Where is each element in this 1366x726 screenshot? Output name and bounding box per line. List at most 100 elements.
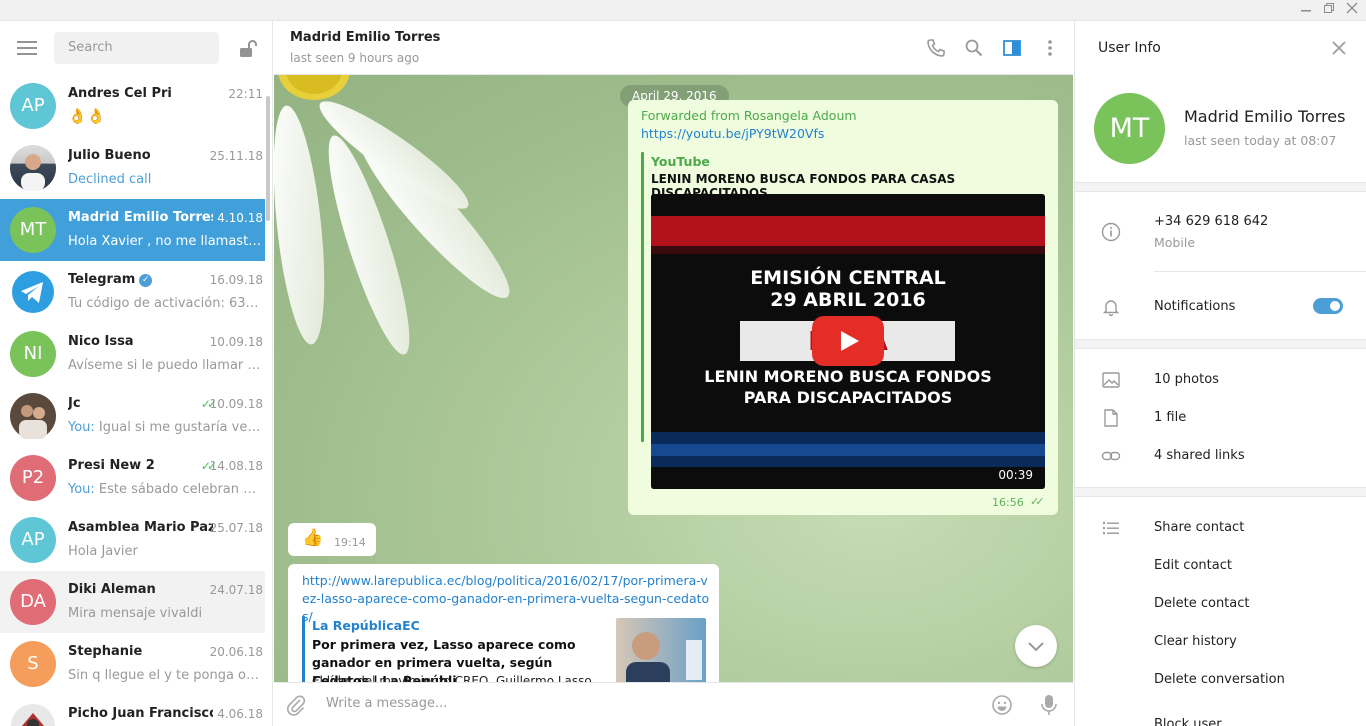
message-bubble-in[interactable]: 👍 19:14 xyxy=(288,523,376,556)
dialog-preview: Tu código de activación: 63664 ... xyxy=(68,296,264,311)
dialog-time: 10.09.18 xyxy=(209,335,263,349)
play-button[interactable] xyxy=(812,316,884,366)
dialog-name: Madrid Emilio Torres xyxy=(68,210,213,225)
dialogs-panel: Search AP Andres Cel Pri 22:11 👌👌 Julio … xyxy=(0,21,273,726)
dialog-name: Diki Aleman xyxy=(68,582,156,597)
notifications-label: Notifications xyxy=(1154,299,1236,314)
dialog-item[interactable]: P2 Presi New 2 ✓✓ 14.08.18 You: Este sáb… xyxy=(0,447,265,509)
preview-thumbnail[interactable] xyxy=(616,618,706,682)
title-bar xyxy=(0,0,1366,21)
message-time: 16:56 xyxy=(992,496,1024,509)
dialog-preview: 👌👌 xyxy=(68,107,106,125)
delete-conversation-button[interactable]: Delete conversation xyxy=(1154,672,1285,687)
sidebar-toggle-icon[interactable] xyxy=(1002,38,1022,58)
avatar: DA xyxy=(10,579,56,625)
avatar: S xyxy=(10,641,56,687)
hamburger-menu-icon[interactable] xyxy=(17,41,37,55)
profile-avatar[interactable]: MT xyxy=(1094,93,1165,164)
dialog-name: Andres Cel Pri xyxy=(68,86,172,101)
preview-description: El líder del movimiento CREO, Guillermo … xyxy=(312,674,603,682)
more-options-icon[interactable] xyxy=(1040,38,1060,58)
dialog-time: 4.10.18 xyxy=(217,211,263,225)
message-bubble-in[interactable]: http://www.larepublica.ec/blog/politica/… xyxy=(288,564,719,682)
emoji-icon[interactable] xyxy=(991,694,1013,720)
dialog-name: Nico Issa xyxy=(68,334,134,349)
video-thumbnail[interactable]: EMISIÓN CENTRAL 29 ABRIL 2016 NOTA LENIN… xyxy=(651,194,1045,489)
shared-photos[interactable]: 10 photos xyxy=(1154,372,1219,387)
dialog-time: 24.07.18 xyxy=(209,583,263,597)
scroll-down-button[interactable] xyxy=(1015,625,1057,667)
dialog-preview: Hola Javier xyxy=(68,544,138,559)
divider xyxy=(1075,487,1366,497)
telegram-logo-icon xyxy=(10,269,56,315)
dialogs-scrollbar[interactable] xyxy=(266,96,270,221)
phone-label: Mobile xyxy=(1154,235,1196,250)
link-icon xyxy=(1101,446,1121,466)
user-info-panel: User Info MT Madrid Emilio Torres last s… xyxy=(1074,21,1366,726)
notifications-toggle[interactable] xyxy=(1313,298,1343,314)
divider xyxy=(1154,271,1366,272)
dialog-item[interactable]: AP Andres Cel Pri 22:11 👌👌 xyxy=(0,75,265,137)
restore-icon[interactable] xyxy=(1319,2,1339,18)
file-icon xyxy=(1101,408,1121,428)
forwarded-from[interactable]: Forwarded from Rosangela Adoum xyxy=(641,108,857,123)
chat-status: last seen 9 hours ago xyxy=(290,51,420,65)
dialog-time: 14.08.18 xyxy=(209,459,263,473)
dialog-time: 25.11.18 xyxy=(209,149,263,163)
block-user-button[interactable]: Block user xyxy=(1154,717,1222,726)
dialog-item[interactable]: Telegram ✓ 16.09.18 Tu código de activaci… xyxy=(0,261,265,323)
dialog-item[interactable]: Jc ✓✓ 10.09.18 You: Igual si me gustaría… xyxy=(0,385,265,447)
play-icon xyxy=(841,331,859,351)
message-link[interactable]: https://youtu.be/jPY9tW20Vfs xyxy=(641,126,824,141)
dialog-item[interactable]: S Stephanie 20.06.18 Sin q llegue el y t… xyxy=(0,633,265,695)
dialog-name: Stephanie xyxy=(68,644,143,659)
clear-history-button[interactable]: Clear history xyxy=(1154,634,1237,649)
dialog-item[interactable]: AP Asamblea Mario Paz... 25.07.18 Hola J… xyxy=(0,509,265,571)
close-panel-icon[interactable] xyxy=(1331,40,1347,60)
avatar xyxy=(10,145,56,191)
list-icon xyxy=(1101,518,1121,538)
microphone-icon[interactable] xyxy=(1038,693,1060,721)
dialog-name: Presi New 2 xyxy=(68,458,155,473)
dialog-name: Telegram ✓ xyxy=(68,272,153,287)
chat-title[interactable]: Madrid Emilio Torres xyxy=(290,30,440,45)
avatar xyxy=(10,393,56,439)
dialog-item[interactable]: Julio Bueno 25.11.18 Declined call xyxy=(0,137,265,199)
message-input[interactable]: Write a message... xyxy=(326,696,447,711)
avatar: MT xyxy=(10,207,56,253)
dialog-name: Asamblea Mario Paz... xyxy=(68,520,213,535)
search-icon[interactable] xyxy=(964,38,984,58)
close-icon[interactable] xyxy=(1342,2,1362,18)
phone-icon[interactable] xyxy=(926,38,946,58)
attach-icon[interactable] xyxy=(285,694,307,720)
divider xyxy=(1075,182,1366,192)
avatar: NI xyxy=(10,331,56,377)
message-bubble-out[interactable]: Forwarded from Rosangela Adoum https://y… xyxy=(628,100,1058,515)
video-duration: 00:39 xyxy=(998,468,1033,482)
dialog-item[interactable]: NI Nico Issa 10.09.18 Avíseme si le pued… xyxy=(0,323,265,385)
divider xyxy=(1075,339,1366,349)
edit-contact-button[interactable]: Edit contact xyxy=(1154,558,1232,573)
phone-number[interactable]: +34 629 618 642 xyxy=(1154,214,1268,229)
profile-status: last seen today at 08:07 xyxy=(1184,133,1337,148)
chevron-down-icon xyxy=(1028,642,1044,652)
dialog-time: 10.09.18 xyxy=(209,397,263,411)
video-headline-3: LENIN MORENO BUSCA FONDOS xyxy=(704,367,992,386)
preview-accent-bar xyxy=(641,152,644,442)
dialog-item-active[interactable]: MT Madrid Emilio Torres 4.10.18 Hola Xav… xyxy=(0,199,265,261)
search-input[interactable]: Search xyxy=(54,32,219,64)
minimize-icon[interactable] xyxy=(1296,2,1316,18)
share-contact-button[interactable]: Share contact xyxy=(1154,520,1244,535)
dialog-time: 22:11 xyxy=(228,87,263,101)
shared-files[interactable]: 1 file xyxy=(1154,410,1186,425)
thumbs-up-emoji: 👍 xyxy=(302,528,324,548)
dialog-name: Julio Bueno xyxy=(68,148,151,163)
shared-links[interactable]: 4 shared links xyxy=(1154,448,1245,463)
dialog-item[interactable]: Picho Juan Francisco 4.06.18 xyxy=(0,695,265,726)
avatar: AP xyxy=(10,83,56,129)
delete-contact-button[interactable]: Delete contact xyxy=(1154,596,1250,611)
lock-icon[interactable] xyxy=(237,38,259,60)
info-icon xyxy=(1101,222,1121,242)
dialog-item[interactable]: DA Diki Aleman 24.07.18 Mira mensaje viv… xyxy=(0,571,265,633)
preview-site-name: La RepúblicaEC xyxy=(312,618,420,633)
